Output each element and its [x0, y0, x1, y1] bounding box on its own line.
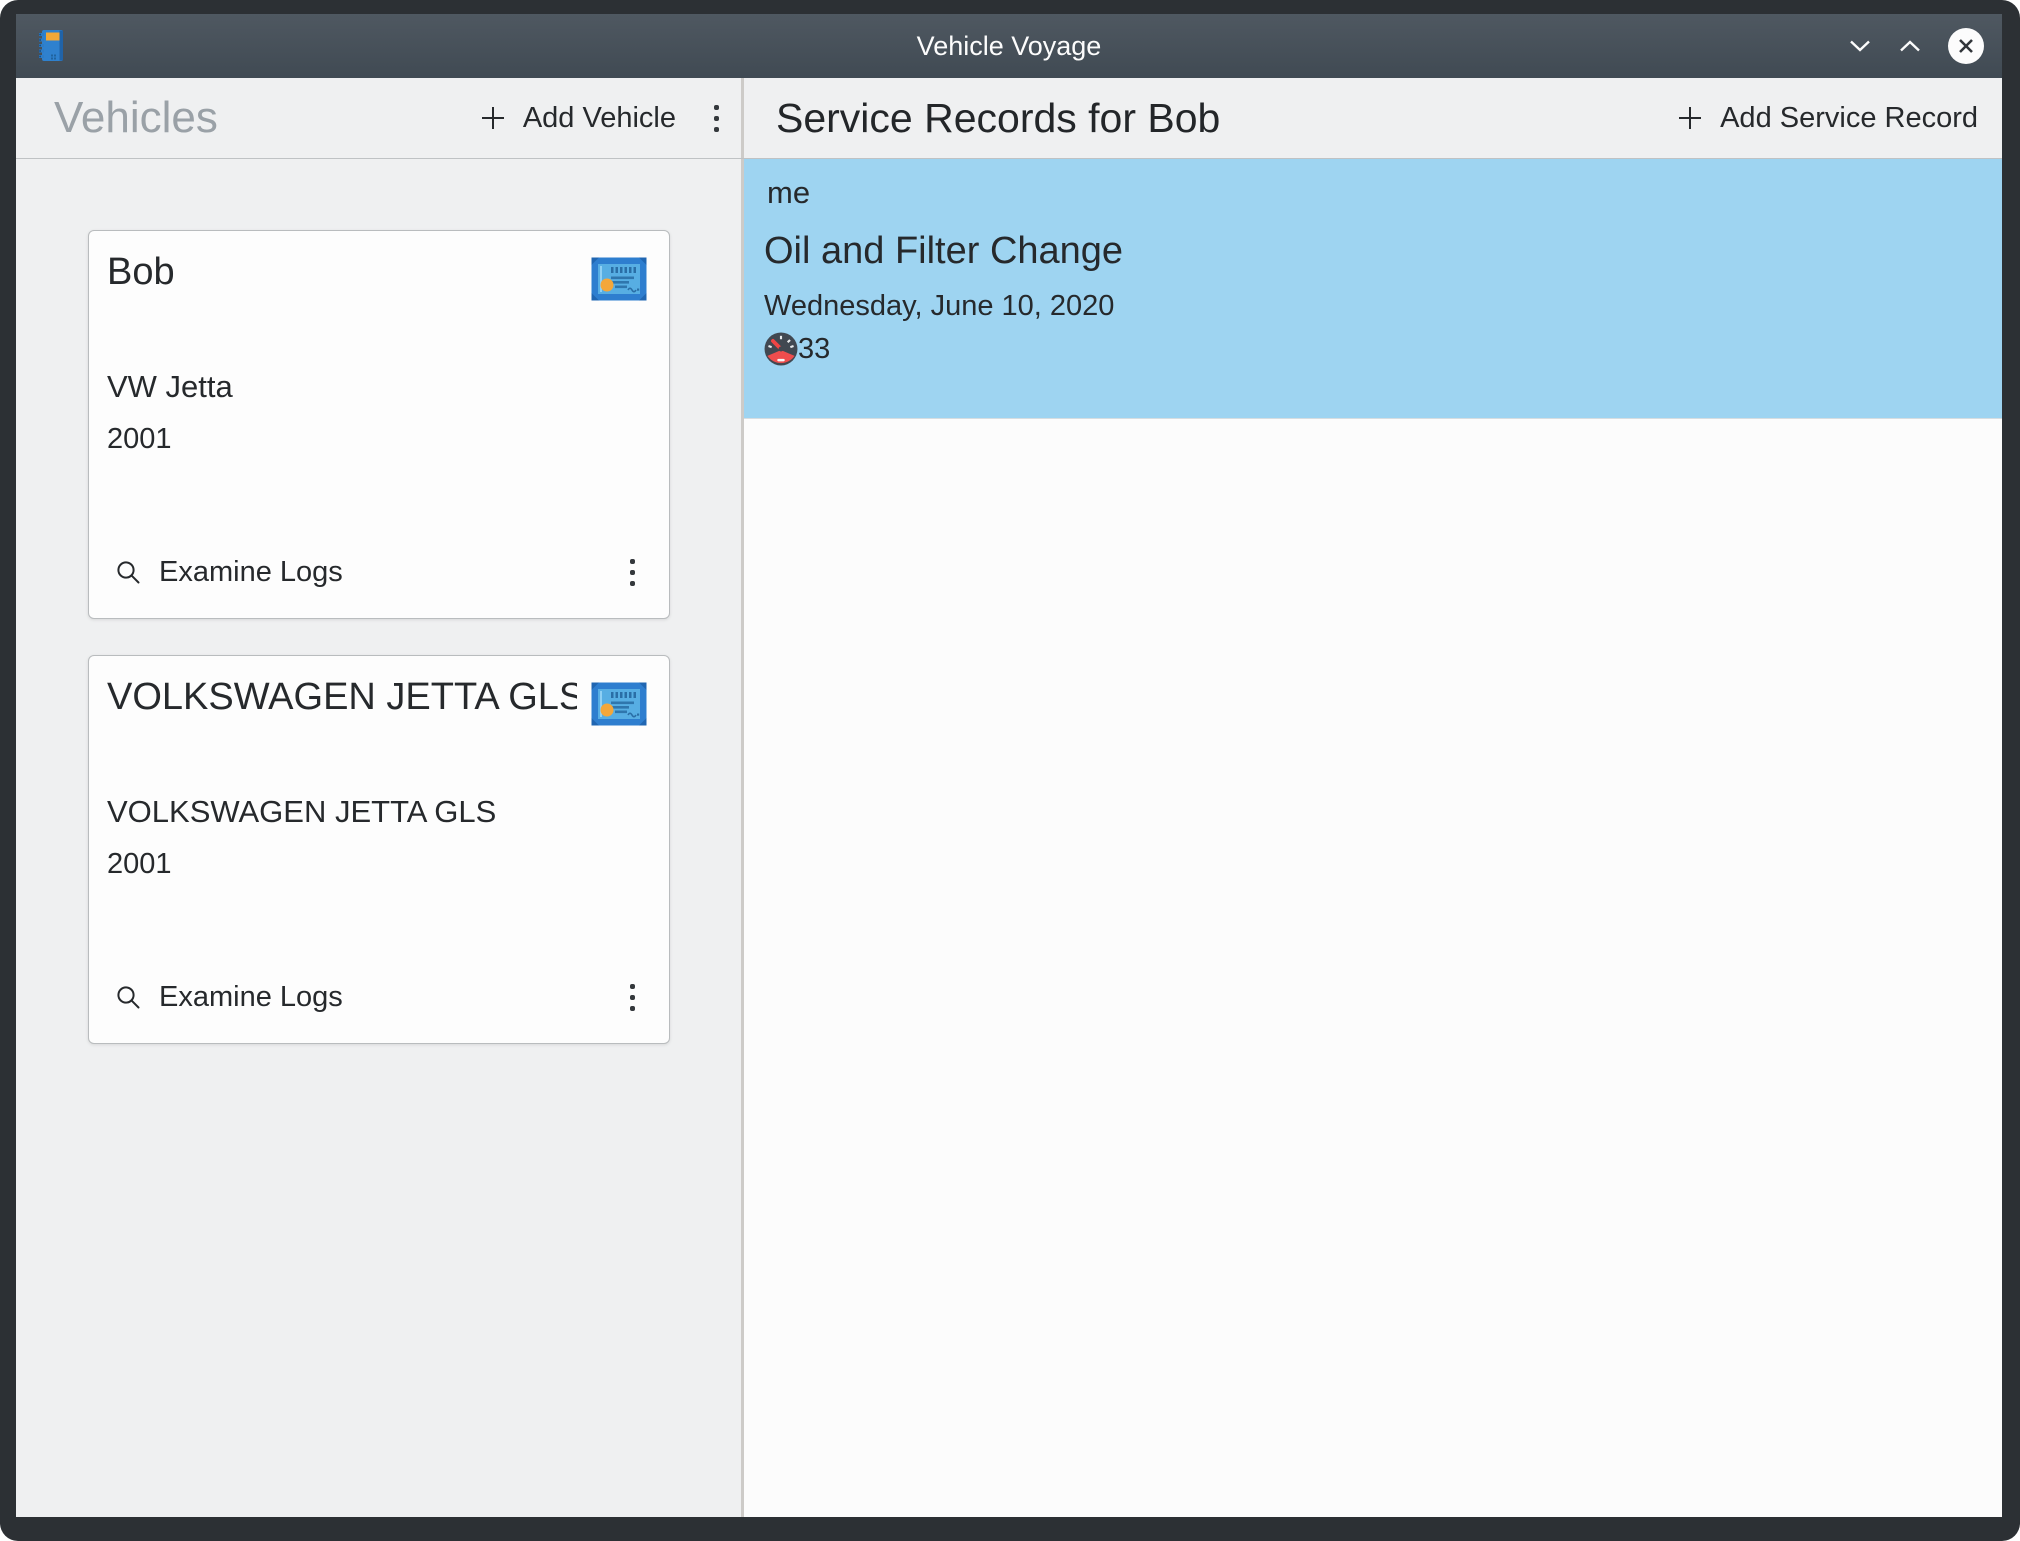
- chevron-up-icon: [1898, 38, 1922, 54]
- vehicle-list: Bob: [16, 159, 741, 1517]
- service-record-odometer: 33: [798, 333, 830, 366]
- add-service-record-button[interactable]: Add Service Record: [1675, 102, 1978, 135]
- service-records-title: Service Records for Bob: [776, 95, 1220, 142]
- vehicles-title: Vehicles: [54, 93, 218, 143]
- registration-card-icon: [591, 257, 647, 301]
- chevron-down-icon: [1848, 38, 1872, 54]
- vehicle-year: 2001: [107, 848, 172, 881]
- service-record-date: Wednesday, June 10, 2020: [764, 290, 1978, 323]
- vehicles-overflow-menu-button[interactable]: [706, 97, 727, 140]
- add-service-record-label: Add Service Record: [1720, 102, 1978, 135]
- vehicle-card[interactable]: Bob: [88, 230, 670, 619]
- add-vehicle-button[interactable]: Add Vehicle: [478, 102, 676, 135]
- registration-card-icon: [591, 682, 647, 726]
- add-vehicle-label: Add Vehicle: [523, 102, 676, 135]
- search-icon: [115, 559, 142, 586]
- close-icon: [1948, 28, 1984, 64]
- close-button[interactable]: [1948, 28, 1984, 64]
- plus-icon: [1675, 103, 1705, 133]
- vehicle-name: Bob: [107, 251, 577, 294]
- service-records-header: Service Records for Bob Add Service Reco…: [744, 78, 2002, 158]
- search-icon: [115, 984, 142, 1011]
- examine-logs-label: Examine Logs: [159, 981, 343, 1014]
- minimize-button[interactable]: [1848, 38, 1872, 54]
- vehicle-model: VW Jetta: [107, 369, 233, 405]
- vehicle-overflow-menu-button[interactable]: [622, 551, 643, 594]
- examine-logs-button[interactable]: Examine Logs: [107, 977, 351, 1018]
- vehicle-overflow-menu-button[interactable]: [622, 976, 643, 1019]
- maximize-button[interactable]: [1898, 38, 1922, 54]
- vehicle-year: 2001: [107, 423, 172, 456]
- vehicle-card[interactable]: VOLKSWAGEN JETTA GLS: [88, 655, 670, 1044]
- service-record-title: Oil and Filter Change: [764, 230, 1978, 273]
- examine-logs-label: Examine Logs: [159, 556, 343, 589]
- service-record-row-selected[interactable]: me Oil and Filter Change Wednesday, June…: [744, 159, 2002, 419]
- plus-icon: [478, 103, 508, 133]
- window-title: Vehicle Voyage: [16, 31, 2002, 62]
- vehicle-name: VOLKSWAGEN JETTA GLS: [107, 676, 577, 719]
- titlebar[interactable]: Vehicle Voyage: [16, 14, 2002, 78]
- vehicles-header: Vehicles Add Vehicle: [16, 78, 741, 158]
- service-record-list: me Oil and Filter Change Wednesday, June…: [744, 159, 2002, 1517]
- examine-logs-button[interactable]: Examine Logs: [107, 552, 351, 593]
- service-record-agent: me: [764, 175, 1978, 211]
- header-row: Vehicles Add Vehicle Service Records for…: [16, 78, 2002, 159]
- vehicle-model: VOLKSWAGEN JETTA GLS: [107, 794, 496, 830]
- app-window: Vehicle Voyage: [0, 0, 2020, 1541]
- odometer-gauge-icon: [764, 332, 798, 366]
